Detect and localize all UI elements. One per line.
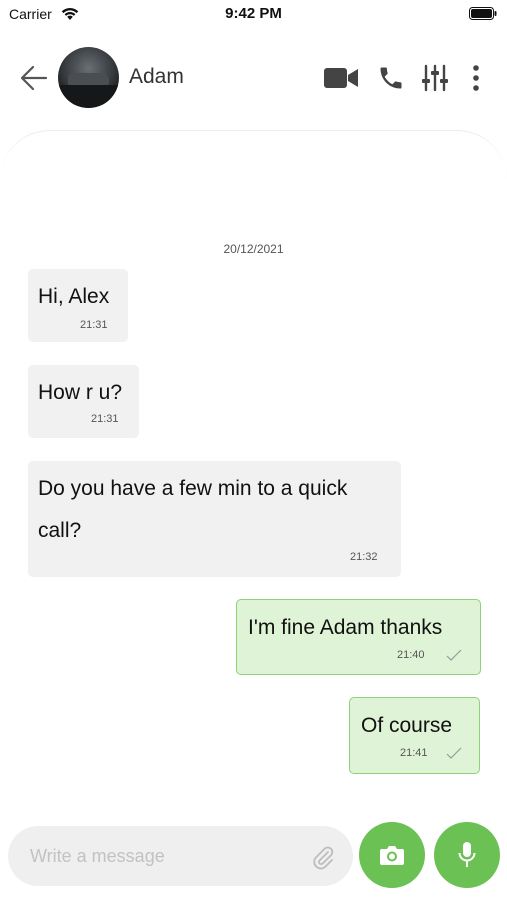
camera-button[interactable] (359, 822, 425, 888)
avatar-photo (68, 73, 109, 85)
date-separator: 20/12/2021 (223, 242, 284, 256)
camera-icon (380, 846, 404, 865)
message-text: How r u? (38, 381, 123, 404)
message-time: 21:31 (80, 319, 108, 331)
check-icon (446, 649, 462, 661)
message-text: Hi, Alex (38, 285, 110, 308)
message-time: 21:32 (350, 551, 378, 563)
status-time: 9:42 PM (225, 5, 282, 22)
microphone-button[interactable] (434, 822, 500, 888)
message-input[interactable] (30, 840, 300, 872)
battery-icon (469, 7, 497, 20)
check-icon (446, 747, 462, 759)
video-call-icon[interactable] (323, 66, 359, 90)
phone-icon[interactable] (377, 64, 405, 92)
message-time: 21:31 (91, 413, 119, 425)
sliders-icon[interactable] (421, 64, 449, 92)
message-text-line-1: Do you have a few min to a quick (38, 477, 348, 500)
message-bubble-incoming[interactable]: Do you have a few min to a quick call? 2… (28, 461, 401, 577)
message-bubble-incoming[interactable]: How r u? 21:31 (28, 365, 139, 438)
message-time: 21:41 (400, 747, 428, 759)
avatar[interactable] (58, 47, 119, 108)
message-bubble-incoming[interactable]: Hi, Alex 21:31 (28, 269, 128, 342)
message-text-line-2: call? (38, 519, 82, 542)
message-time: 21:40 (397, 649, 425, 661)
microphone-icon (458, 842, 476, 867)
more-vertical-icon[interactable] (469, 64, 483, 92)
contact-name[interactable]: Adam (129, 65, 184, 89)
message-text: Of course (361, 714, 453, 737)
paperclip-icon[interactable] (311, 844, 335, 870)
chat-header: Adam (0, 40, 507, 116)
message-bubble-outgoing[interactable]: Of course 21:41 (349, 697, 480, 774)
message-text: I'm fine Adam thanks (248, 616, 443, 639)
message-bubble-outgoing[interactable]: I'm fine Adam thanks 21:40 (236, 599, 481, 675)
status-bar: Carrier 9:42 PM (0, 0, 507, 28)
message-composer (8, 826, 353, 886)
back-arrow-icon[interactable] (18, 62, 50, 94)
